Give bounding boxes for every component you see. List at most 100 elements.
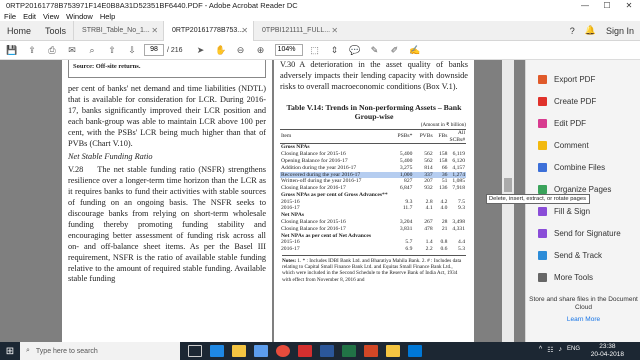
close-button[interactable]: ✕ (618, 0, 640, 11)
save-icon[interactable]: 💾 (4, 43, 20, 57)
document-tab[interactable]: STRBI_Table_No_1... ✕ (73, 20, 163, 41)
window-title: 0RTP20161778B753971F14E0B8A31D52351BF644… (6, 1, 298, 10)
language-indicator[interactable]: ENG (567, 346, 580, 354)
pdf-page-right: V.30 A deterioration in the asset quality… (274, 60, 474, 342)
table-cell: 5,400 (399, 151, 413, 158)
next-page-icon[interactable]: ⇩ (124, 43, 140, 57)
fit-page-icon[interactable]: ⬚ (307, 43, 323, 57)
close-tab-icon[interactable]: ✕ (241, 26, 248, 35)
page-number-input[interactable]: 98 (144, 44, 164, 56)
body-paragraph: V.28 The net stable funding ratio (NSFR) … (68, 165, 266, 285)
close-tab-icon[interactable]: ✕ (151, 26, 158, 35)
table-notes: Notes: 1. * : Includes IDBI Bank Ltd. an… (282, 255, 466, 283)
draw-icon[interactable]: ✐ (387, 43, 403, 57)
menu-view[interactable]: View (43, 12, 59, 21)
menu-file[interactable]: File (4, 12, 16, 21)
clock[interactable]: 23:38 20-04-2018 (591, 343, 624, 359)
volume-icon[interactable]: ♪ (558, 346, 562, 354)
taskbar-search-placeholder: Type here to search (35, 347, 98, 355)
search-icon[interactable]: ⌕ (84, 43, 100, 57)
tool-label: Send & Track (554, 250, 603, 260)
table-cell: 1.4 (425, 239, 433, 246)
search-icon: ⌕ (26, 347, 30, 354)
home-tab[interactable]: Home (0, 26, 38, 36)
word-icon[interactable] (320, 345, 334, 357)
page-total: / 216 (167, 46, 183, 54)
sign-in-button[interactable]: Sign In (606, 26, 634, 36)
chrome-icon[interactable] (276, 345, 290, 357)
store-icon[interactable] (254, 345, 268, 357)
table-cell: 814 (424, 164, 433, 171)
document-tab[interactable]: 0TPBI121111_FULL... ✕ (253, 20, 343, 41)
upload-icon[interactable]: ⇪ (24, 43, 40, 57)
select-cursor-icon[interactable]: ➤ (193, 43, 209, 57)
menu-edit[interactable]: Edit (23, 12, 36, 21)
hand-tool-icon[interactable]: ✋ (213, 43, 229, 57)
taskbar-search[interactable]: ⌕ Type here to search (20, 342, 180, 360)
tool-send-for-signature[interactable]: Send for Signature (526, 222, 640, 244)
comment-icon[interactable]: 💬 (347, 43, 363, 57)
tray-chevron-icon[interactable]: ^ (539, 346, 542, 354)
table-row: Opening Balance for 2016-17 5,400 562 158 6,… (280, 158, 466, 165)
close-tab-icon[interactable]: ✕ (331, 26, 338, 35)
document-tab[interactable]: 0RTP20161778B753... ✕ (163, 20, 254, 41)
table-row: 2016-17 11.7 4.1 4.0 9.3 (280, 205, 466, 212)
previous-page-icon[interactable]: ⇧ (104, 43, 120, 57)
scroll-mode-icon[interactable]: ⇕ (327, 43, 343, 57)
body-paragraph: per cent of banks' net demand and time l… (68, 84, 266, 148)
zoom-in-icon[interactable]: ⊕ (253, 43, 269, 57)
table-title: Table V.14: Trends in Non-performing Ass… (286, 102, 462, 121)
tool-icon (538, 162, 547, 172)
tool-create-pdf[interactable]: Create PDF (526, 90, 640, 112)
notification-bell-icon[interactable]: 🔔 (585, 25, 596, 36)
powerpoint-icon[interactable] (364, 345, 378, 357)
tab-bar: Home Tools STRBI_Table_No_1... ✕ 0RTP2016… (0, 20, 640, 41)
file-explorer-icon[interactable] (232, 345, 246, 357)
tool-send-track[interactable]: Send & Track (526, 244, 640, 266)
excel-icon[interactable] (342, 345, 356, 357)
notes-text: 1. * : Includes IDBI Bank Ltd. and Bhara… (282, 258, 462, 283)
system-tray: ^ ☷ ♪ ENG (539, 346, 580, 354)
help-icon[interactable]: ? (570, 26, 575, 36)
table-cell: 6,119 (452, 151, 465, 158)
highlight-icon[interactable]: ✎ (367, 43, 383, 57)
zoom-out-icon[interactable]: ⊖ (233, 43, 249, 57)
table-cell: 5.3 (458, 246, 465, 253)
acrobat-icon[interactable] (298, 345, 312, 357)
edge-icon[interactable] (210, 345, 224, 357)
tool-label: Combine Files (554, 162, 606, 172)
tool-combine-files[interactable]: Combine Files (526, 156, 640, 178)
zoom-level-select[interactable]: 104% (274, 44, 303, 56)
tool-icon (538, 96, 547, 106)
tool-edit-pdf[interactable]: Edit PDF (526, 112, 640, 134)
email-icon[interactable]: ✉ (64, 43, 80, 57)
tool-more-tools[interactable]: More Tools (526, 266, 640, 288)
scrollbar-thumb[interactable] (504, 178, 512, 192)
row-label: Closing Balance for 2015-16 (281, 151, 346, 158)
tool-comment[interactable]: Comment (526, 134, 640, 156)
task-view-icon[interactable] (188, 345, 202, 357)
tool-icon (538, 184, 547, 194)
maximize-button[interactable]: ☐ (596, 0, 618, 11)
document-tab-label: 0RTP20161778B753... (172, 27, 244, 34)
minimize-button[interactable]: — (574, 0, 596, 11)
network-icon[interactable]: ☷ (547, 346, 553, 354)
table-cell: 7.5 (458, 198, 465, 205)
table-cell: 51 (441, 178, 448, 185)
menu-window[interactable]: Window (66, 12, 93, 21)
tools-tab[interactable]: Tools (38, 26, 73, 36)
sign-icon[interactable]: ✍ (407, 43, 423, 57)
document-view[interactable]: Source: Off-site returns. per cent of ba… (0, 60, 525, 342)
tool-label: More Tools (554, 272, 593, 282)
row-label: 2016-17 (281, 205, 300, 212)
tool-label: Organize Pages (554, 184, 612, 194)
explorer-window-icon[interactable] (386, 345, 400, 357)
windows-start-icon[interactable]: ⊞ (0, 342, 20, 360)
learn-more-link[interactable]: Learn More (526, 316, 640, 324)
table-cell: 0.6 (440, 246, 448, 253)
print-icon[interactable]: ⎙ (44, 43, 60, 57)
row-label: 2015-16 (281, 239, 300, 246)
mail-icon[interactable] (408, 345, 422, 357)
tool-export-pdf[interactable]: Export PDF (526, 68, 640, 90)
menu-help[interactable]: Help (100, 12, 115, 21)
